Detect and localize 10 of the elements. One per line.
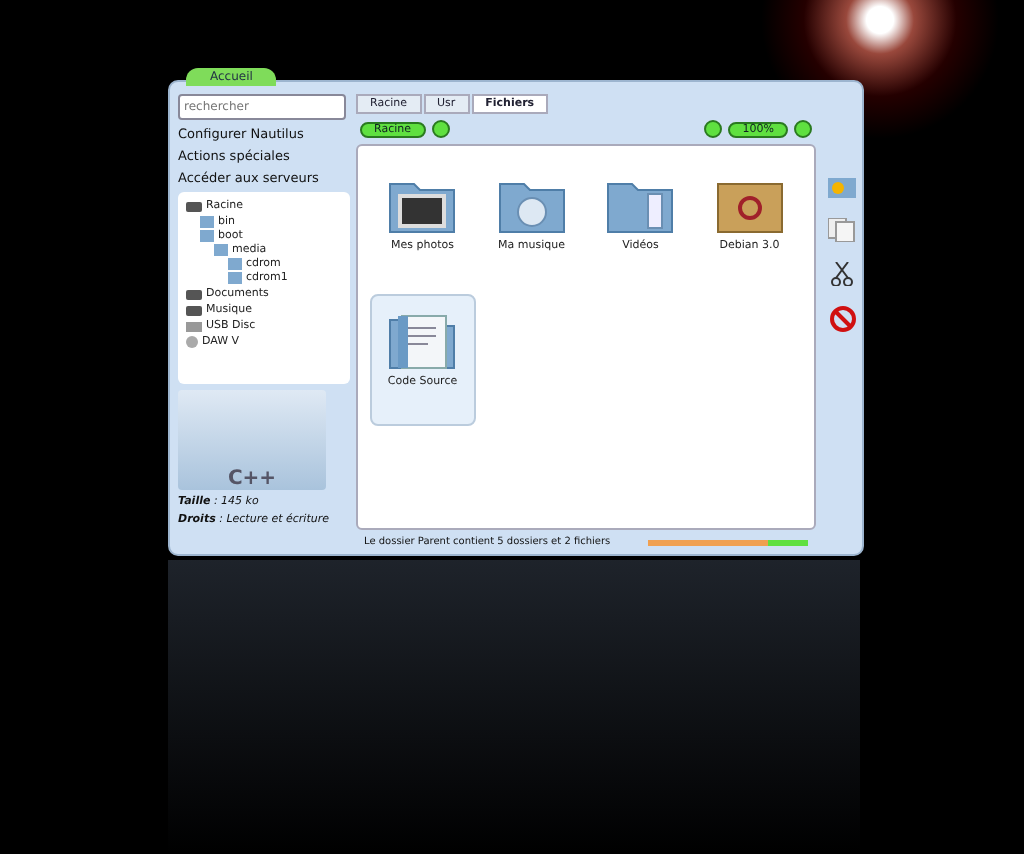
stop-icon[interactable] <box>829 306 855 332</box>
zoom-out-button[interactable] <box>704 120 723 138</box>
usb-drive-icon <box>186 321 202 331</box>
drive-icon <box>186 201 202 211</box>
scissors-icon[interactable] <box>830 262 854 286</box>
toggle-button[interactable] <box>431 120 449 138</box>
disc-icon <box>186 336 198 348</box>
preview-caption: C++ <box>227 468 277 490</box>
zoom-in-button[interactable] <box>794 120 812 138</box>
copy-icon[interactable] <box>828 218 856 242</box>
